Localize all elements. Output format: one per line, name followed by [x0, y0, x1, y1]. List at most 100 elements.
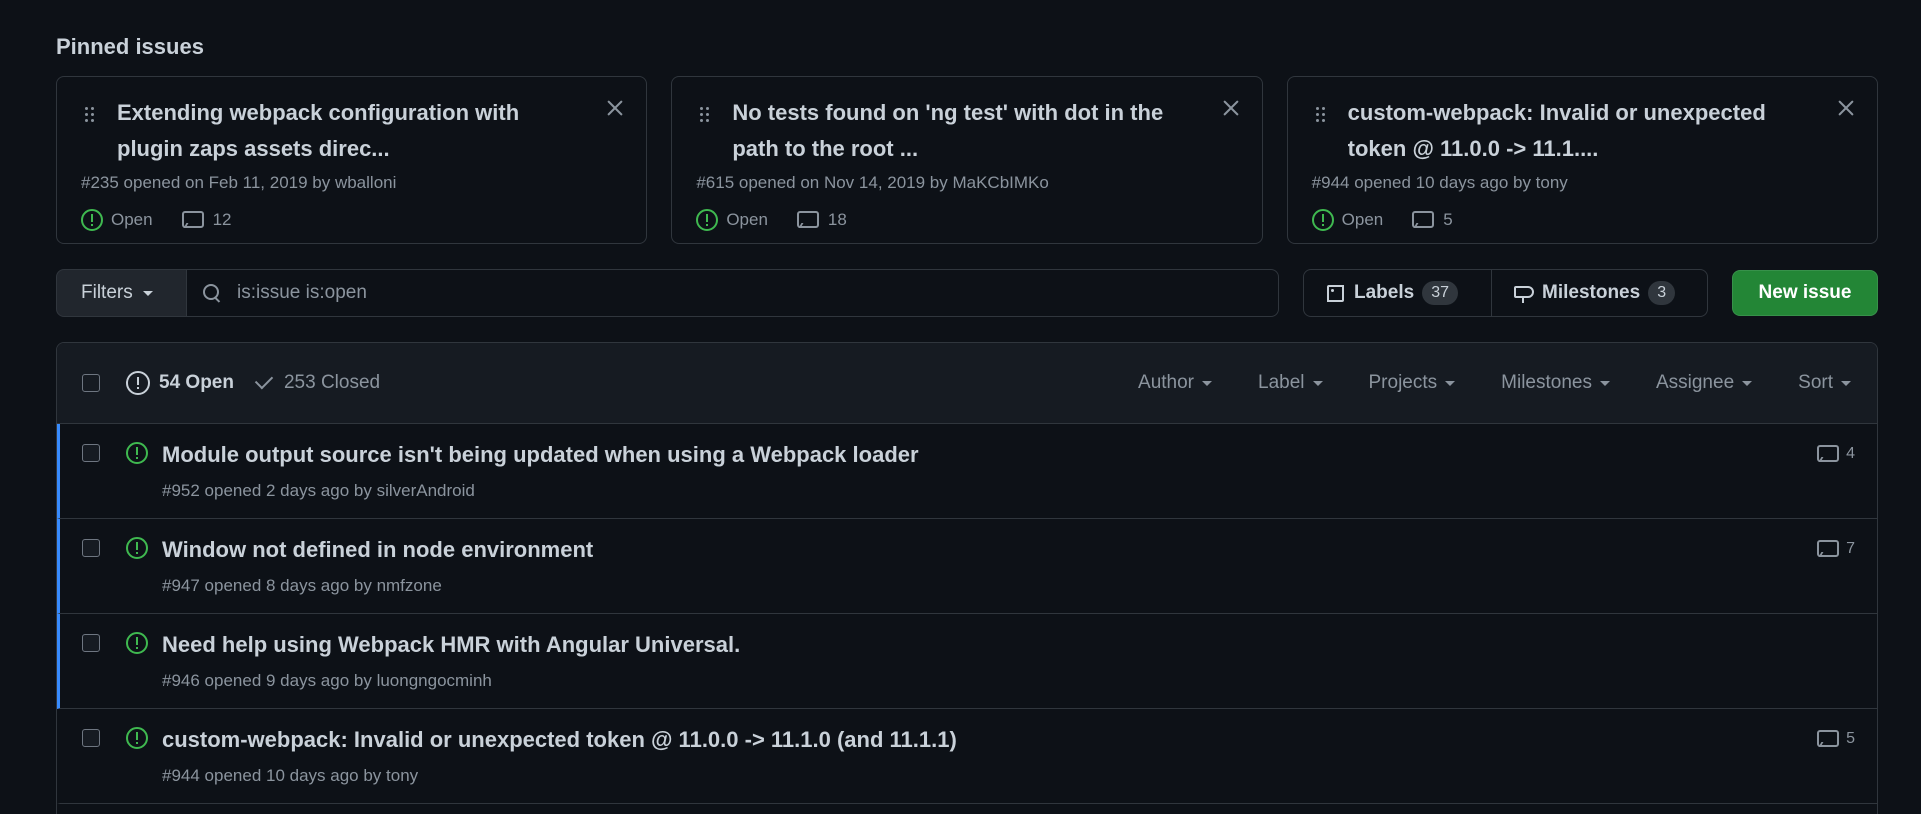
issue-checkbox[interactable]	[82, 444, 100, 462]
issue-checkbox[interactable]	[82, 634, 100, 652]
unpin-close-icon[interactable]	[1222, 99, 1240, 117]
issue-title-link[interactable]: custom-webpack: Invalid or unexpected to…	[162, 727, 957, 753]
issue-comments-link[interactable]: 4	[1816, 444, 1855, 464]
issues-list-header: 54 Open 253 Closed Author Label Projects…	[57, 343, 1877, 424]
drag-handle-icon[interactable]	[85, 107, 95, 123]
author-filter[interactable]: Author	[1138, 372, 1212, 394]
comment-count: 5	[1846, 730, 1855, 747]
labels-counter: 37	[1422, 281, 1458, 305]
unpin-close-icon[interactable]	[1837, 99, 1855, 117]
issue-checkbox[interactable]	[82, 729, 100, 747]
caret-down-icon	[142, 290, 153, 296]
closed-issues-label: 253 Closed	[283, 372, 381, 393]
comment-count: 12	[212, 210, 232, 229]
comment-icon	[1816, 539, 1840, 559]
issue-state-label: Open	[1341, 210, 1384, 229]
filters-dropdown-button[interactable]: Filters	[56, 269, 187, 317]
pinned-issue-title[interactable]: Extending webpack configuration with plu…	[117, 95, 582, 167]
issues-search-input[interactable]	[237, 282, 1137, 304]
open-issues-label: 54 Open	[159, 372, 234, 393]
pinned-issue-meta: #615 opened on Nov 14, 2019 by MaKCbIMKo	[696, 173, 1049, 192]
closed-issues-tab[interactable]: 253 Closed	[254, 370, 381, 394]
issue-meta: #947 opened 8 days ago by nmfzone	[162, 576, 442, 595]
projects-filter[interactable]: Projects	[1369, 372, 1456, 394]
label-filter-label: Label	[1258, 372, 1305, 393]
new-issue-button[interactable]: New issue	[1732, 270, 1878, 316]
label-filter[interactable]: Label	[1258, 372, 1323, 394]
issue-row[interactable]: Window not defined in node environment #…	[57, 519, 1877, 614]
issue-opened-icon	[126, 371, 150, 395]
select-all-checkbox[interactable]	[82, 374, 100, 392]
tag-icon	[1324, 282, 1346, 304]
state-toggle: 54 Open 253 Closed	[126, 370, 381, 395]
assignee-filter[interactable]: Assignee	[1655, 372, 1753, 394]
milestone-icon	[1512, 282, 1534, 304]
milestones-filter[interactable]: Milestones	[1501, 372, 1610, 394]
issue-row[interactable]: Module output source isn't being updated…	[57, 424, 1877, 519]
pinned-issue-title[interactable]: custom-webpack: Invalid or unexpected to…	[1348, 95, 1813, 167]
drag-handle-icon[interactable]	[700, 107, 710, 123]
issue-opened-icon	[81, 209, 103, 231]
author-filter-label: Author	[1138, 372, 1194, 393]
comment-count: 5	[1443, 210, 1453, 229]
issue-state: Open	[81, 209, 153, 231]
caret-down-icon	[1742, 380, 1753, 386]
comment-icon	[1411, 210, 1435, 230]
pinned-issue-card[interactable]: custom-webpack: Invalid or unexpected to…	[1286, 76, 1878, 244]
search-icon	[201, 282, 223, 304]
comment-icon	[1816, 729, 1840, 749]
unpin-close-icon[interactable]	[606, 99, 624, 117]
issue-row[interactable]: custom-webpack: Invalid or unexpected to…	[57, 709, 1877, 804]
pinned-issue-footer: Open 5	[1311, 209, 1853, 231]
issues-header-filters: Author Label Projects Milestones Assigne…	[1092, 343, 1851, 423]
pinned-issue-card[interactable]: Extending webpack configuration with plu…	[56, 76, 648, 244]
comment-icon	[796, 210, 819, 230]
issue-opened-icon	[696, 209, 719, 231]
pinned-issue-footer: Open 18	[696, 209, 1237, 231]
projects-filter-label: Projects	[1368, 372, 1438, 393]
issue-comments-link[interactable]: 5	[1816, 729, 1855, 749]
pinned-issues-heading: Pinned issues	[56, 34, 204, 59]
issue-row[interactable]: Need help using Webpack HMR with Angular…	[57, 614, 1877, 709]
comments-link[interactable]: 5	[1411, 210, 1453, 230]
issue-checkbox[interactable]	[82, 539, 100, 557]
issue-meta: #946 opened 9 days ago by luongngocminh	[162, 671, 492, 690]
issue-state: Open	[696, 209, 768, 231]
issue-title-link[interactable]: Window not defined in node environment	[162, 537, 593, 563]
milestones-filter-label: Milestones	[1501, 372, 1592, 393]
comments-link[interactable]: 12	[181, 210, 232, 230]
milestones-counter: 3	[1648, 281, 1676, 305]
comment-icon	[181, 210, 204, 230]
issue-state: Open	[1311, 209, 1384, 231]
issue-state-label: Open	[726, 210, 768, 229]
issue-meta: #944 opened 10 days ago by tony	[162, 766, 419, 785]
issue-opened-icon	[126, 442, 148, 464]
drag-handle-icon[interactable]	[1315, 107, 1326, 123]
caret-down-icon	[1312, 380, 1323, 386]
open-issues-tab[interactable]: 54 Open	[126, 371, 234, 395]
issue-opened-icon	[126, 727, 148, 749]
milestones-button[interactable]: Milestones 3	[1491, 270, 1695, 316]
pinned-issue-meta: #944 opened 10 days ago by tony	[1311, 173, 1568, 192]
issue-comments-link[interactable]: 7	[1816, 539, 1855, 559]
comment-count: 4	[1846, 445, 1855, 462]
issue-opened-icon	[126, 632, 148, 654]
pinned-issue-title[interactable]: No tests found on 'ng test' with dot in …	[732, 95, 1197, 167]
labels-label: Labels	[1354, 282, 1415, 303]
issue-state-label: Open	[111, 210, 153, 229]
caret-down-icon	[1445, 380, 1456, 386]
assignee-filter-label: Assignee	[1655, 372, 1735, 393]
issue-title-link[interactable]: Module output source isn't being updated…	[162, 442, 919, 468]
pinned-issues-list: Extending webpack configuration with plu…	[56, 76, 1878, 244]
comment-count: 18	[827, 210, 847, 229]
comment-count: 7	[1846, 540, 1855, 557]
caret-down-icon	[1841, 380, 1851, 386]
comments-link[interactable]: 18	[796, 210, 847, 230]
sort-filter[interactable]: Sort	[1798, 372, 1851, 394]
pinned-issue-footer: Open 12	[81, 209, 622, 231]
caret-down-icon	[1202, 380, 1212, 386]
pinned-issue-card[interactable]: No tests found on 'ng test' with dot in …	[671, 76, 1263, 244]
check-icon	[254, 370, 274, 390]
issue-title-link[interactable]: Need help using Webpack HMR with Angular…	[162, 632, 740, 658]
labels-button[interactable]: Labels 37	[1304, 270, 1491, 316]
